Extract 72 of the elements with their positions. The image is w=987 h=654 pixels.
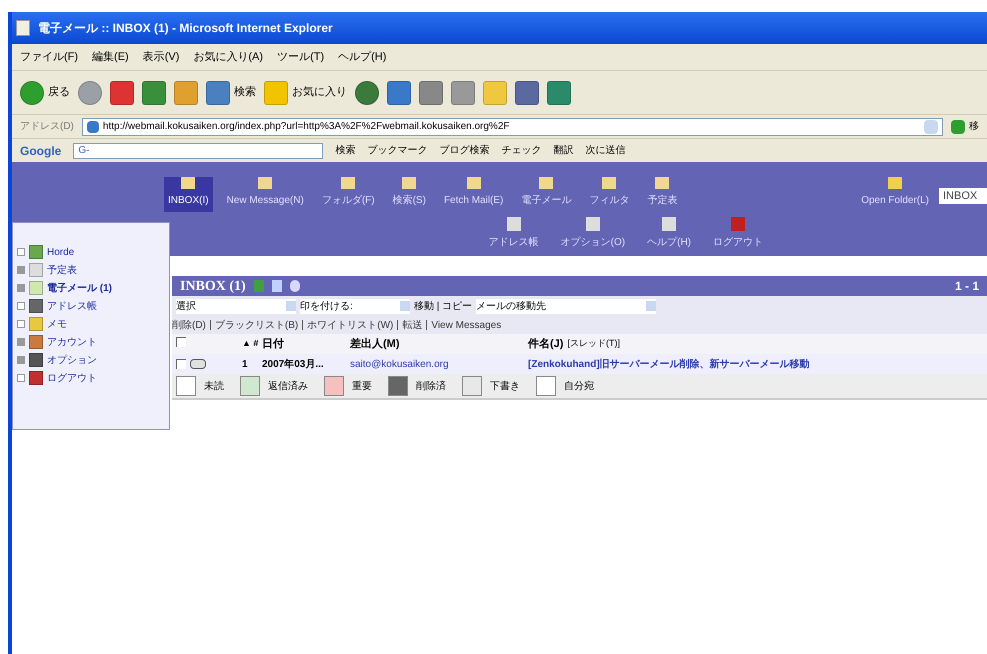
column-header[interactable]: ▲ # — [242, 337, 262, 351]
menu-item[interactable]: 編集(E) — [92, 48, 129, 66]
menu-link[interactable]: アドレス帳 — [484, 217, 543, 250]
google-toolbar-button[interactable]: 翻訳 — [553, 143, 574, 158]
menu-link[interactable]: ヘルプ(H) — [643, 217, 695, 250]
legend-label: 重要 — [352, 380, 372, 394]
sidebar-item[interactable]: メモ — [47, 316, 67, 332]
address-label: アドレス(D) — [20, 120, 74, 134]
legend-label: 未読 — [204, 380, 224, 394]
menu-link[interactable]: フォルダ(F) — [318, 177, 379, 212]
select-dropdown[interactable]: 選択 — [176, 298, 296, 314]
action-link[interactable]: ブラックリスト(B) — [214, 318, 298, 332]
sidebar-item[interactable]: Horde — [47, 244, 74, 260]
toolbar-button[interactable]: お気に入り — [264, 80, 347, 104]
menu-link[interactable]: Open Folder(L) — [861, 177, 929, 212]
legend-label: 削除済 — [416, 380, 446, 394]
menu-link[interactable]: ログアウト — [709, 217, 767, 250]
action-link[interactable]: 削除(D) — [172, 318, 206, 332]
menu-item[interactable]: お気に入り(A) — [193, 48, 264, 66]
google-toolbar-button[interactable]: ブックマーク — [367, 143, 428, 158]
sidebar-item[interactable]: オプション — [47, 352, 97, 368]
column-header[interactable]: 差出人(M) — [350, 336, 528, 352]
sidebar-item[interactable]: ログアウト — [47, 370, 97, 386]
message-range: 1 - 1 — [954, 278, 979, 295]
thread-link[interactable]: [スレッド(T)] — [567, 337, 620, 351]
mark-dropdown[interactable]: 印を付ける: — [300, 298, 410, 314]
menu-link[interactable]: オプション(O) — [556, 217, 630, 250]
action-link[interactable]: View Messages — [431, 318, 502, 332]
column-header[interactable]: 日付 — [262, 336, 350, 352]
legend-label: 下書き — [490, 380, 520, 394]
menu-item[interactable]: ファイル(F) — [20, 48, 78, 66]
menu-link[interactable]: 予定表 — [643, 177, 682, 212]
menu-link[interactable]: New Message(N) — [222, 177, 308, 212]
menu-item[interactable]: ヘルプ(H) — [338, 48, 386, 66]
menu-link[interactable]: 電子メール — [517, 177, 576, 212]
google-toolbar-button[interactable]: 検索 — [335, 143, 356, 158]
google-toolbar-button[interactable]: ブログ検索 — [439, 143, 490, 158]
go-button[interactable]: 移 — [951, 119, 979, 134]
move-target-dropdown[interactable]: メールの移動先 — [476, 298, 656, 314]
google-toolbar-button[interactable]: 次に送信 — [585, 143, 626, 158]
menu-link[interactable]: フィルタ — [585, 177, 634, 212]
google-search-field[interactable]: G- — [73, 142, 324, 158]
google-toolbar-button[interactable]: チェック — [501, 143, 542, 158]
row-checkbox[interactable] — [176, 359, 186, 369]
menu-link[interactable]: 検索(S) — [388, 177, 430, 212]
mailbox-title: INBOX (1) — [180, 278, 246, 296]
folder-field[interactable]: INBOX — [939, 188, 987, 204]
menu-item[interactable]: ツール(T) — [277, 48, 324, 66]
legend-label: 自分宛 — [564, 380, 594, 394]
toolbar-button[interactable]: 戻る — [20, 80, 70, 104]
window-title: 電子メール :: INBOX (1) - Microsoft Internet Explorer — [38, 20, 333, 37]
table-cell-text: 2007年03月... — [262, 358, 325, 372]
table-cell-text: 1 — [242, 358, 249, 372]
toolbar-button[interactable]: 検索 — [206, 80, 256, 104]
move-copy-link[interactable]: 移動 | コピー — [414, 298, 472, 314]
sidebar-item[interactable]: 電子メール (1) — [47, 280, 112, 296]
action-link[interactable]: 転送 — [402, 318, 422, 332]
legend-label: 返信済み — [268, 380, 308, 394]
subject-link[interactable]: [Zenkokuhand]旧サーバーメール削除、新サーバーメール移動 — [528, 356, 810, 372]
address-field[interactable]: http://webmail.kokusaiken.org/index.php?url=http%3A%2F%2Fwebmail.kokusaiken.org%2F — [82, 118, 943, 136]
menu-link[interactable]: Fetch Mail(E) — [440, 177, 508, 212]
menu-item[interactable]: 表示(V) — [142, 48, 180, 66]
sidebar-item[interactable]: アドレス帳 — [47, 298, 97, 314]
sidebar-item[interactable]: アカウント — [47, 334, 97, 350]
message-row[interactable]: 1 2007年03月... saito@kokusaiken.org [Zenkokuhand]旧サーバーメール削除、新サーバーメール移動 — [172, 354, 987, 374]
select-all-checkbox[interactable] — [176, 336, 186, 347]
action-link[interactable]: ホワイトリスト(W) — [307, 318, 394, 332]
column-header[interactable]: 件名(J) — [528, 336, 564, 352]
google-logo: Google — [20, 142, 62, 160]
sender-link[interactable]: saito@kokusaiken.org — [350, 356, 528, 372]
menu-link[interactable]: INBOX(I) — [164, 177, 213, 212]
sidebar-item[interactable]: 予定表 — [47, 262, 77, 278]
